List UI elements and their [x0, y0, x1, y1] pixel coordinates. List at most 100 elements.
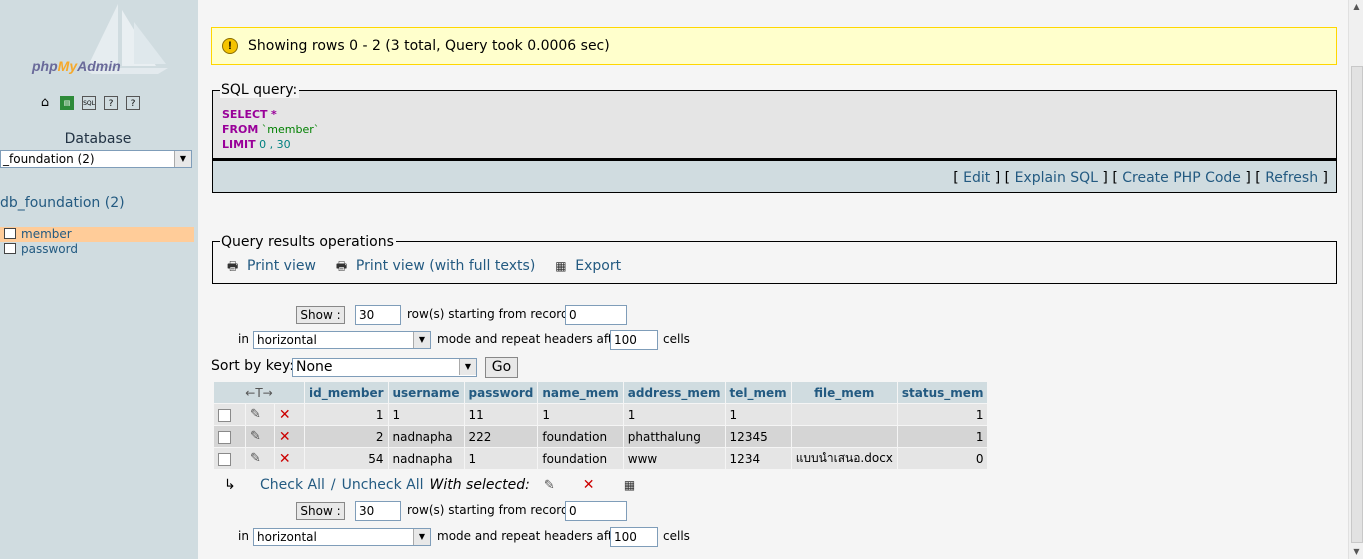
cell-id-member[interactable]: 54	[305, 448, 388, 469]
database-label: Database	[64, 131, 132, 147]
table-item-member[interactable]: member	[0, 227, 194, 242]
cell-tel-mem[interactable]: 1234	[725, 448, 791, 469]
rows-input-top[interactable]: 30	[355, 305, 401, 325]
table-row: ✎ ✕ 1 1 11 1 1 1 1	[214, 404, 988, 425]
delete-x-icon[interactable]: ✕	[279, 451, 291, 467]
rows-label-top: row(s) starting from record #	[407, 307, 583, 321]
column-header-id-member[interactable]: id_member	[305, 382, 388, 403]
main-frame: ! Showing rows 0 - 2 (3 total, Query too…	[198, 0, 1348, 559]
cell-id-member[interactable]: 1	[305, 404, 388, 425]
printer-icon: 🖶	[335, 259, 348, 273]
cell-password[interactable]: 1	[464, 448, 538, 469]
table-item-password[interactable]: password	[0, 242, 194, 257]
cell-status-mem[interactable]: 0	[897, 448, 988, 469]
scroll-down-arrow-icon[interactable]: ▼	[1349, 545, 1363, 559]
cell-status-mem[interactable]: 1	[897, 426, 988, 447]
uncheck-all-link[interactable]: Uncheck All	[342, 477, 424, 493]
separator: /	[330, 477, 336, 493]
vertical-scrollbar[interactable]: ▲ ▼	[1348, 0, 1363, 559]
database-name-link[interactable]: db_foundation (2)	[0, 195, 125, 211]
chevron-down-icon[interactable]: ▼	[174, 151, 191, 167]
cell-address-mem[interactable]: www	[623, 448, 725, 469]
go-button[interactable]: Go	[485, 357, 518, 378]
home-icon[interactable]: ⌂	[38, 96, 52, 110]
rows-input-bottom[interactable]: 30	[355, 501, 401, 521]
cell-name-mem[interactable]: foundation	[538, 448, 623, 469]
create-php-code-link[interactable]: Create PHP Code	[1122, 170, 1241, 186]
cell-password[interactable]: 11	[464, 404, 538, 425]
edit-link[interactable]: Edit	[963, 170, 990, 186]
column-header-name-mem[interactable]: name_mem	[538, 382, 623, 403]
show-button-bottom[interactable]: Show :	[296, 502, 345, 520]
sql-icon[interactable]: SQL	[82, 96, 96, 110]
cell-tel-mem[interactable]: 1	[725, 404, 791, 425]
cell-password[interactable]: 222	[464, 426, 538, 447]
database-select[interactable]: _foundation (2) ▼	[0, 150, 192, 168]
show-button-top[interactable]: Show :	[296, 306, 345, 324]
cell-address-mem[interactable]: phatthalung	[623, 426, 725, 447]
column-header-file-mem[interactable]: file_mem	[791, 382, 897, 403]
scrollbar-thumb[interactable]	[1351, 66, 1363, 543]
phpmyadmin-logo[interactable]: phpMyAdmin	[32, 58, 121, 74]
rows-label-bottom: row(s) starting from record #	[407, 503, 583, 517]
edit-cell: ✎	[245, 404, 274, 425]
edit-pencil-icon[interactable]: ✎	[544, 478, 555, 493]
repeat-headers-input-bottom[interactable]: 100	[610, 527, 658, 547]
column-header-username[interactable]: username	[388, 382, 464, 403]
delete-x-icon[interactable]: ✕	[279, 429, 291, 445]
start-record-input-bottom[interactable]: 0	[565, 501, 627, 521]
sql-token: *	[271, 108, 277, 121]
mode-select-bottom[interactable]: horizontal ▼	[253, 528, 431, 546]
sql-keyword: SELECT	[222, 108, 268, 121]
cell-file-mem[interactable]	[791, 404, 897, 425]
edit-pencil-icon[interactable]: ✎	[250, 451, 261, 466]
cell-status-mem[interactable]: 1	[897, 404, 988, 425]
cell-address-mem[interactable]: 1	[623, 404, 725, 425]
row-checkbox[interactable]	[218, 452, 231, 466]
cell-tel-mem[interactable]: 12345	[725, 426, 791, 447]
column-header-password[interactable]: password	[464, 382, 538, 403]
print-view-full-link[interactable]: 🖶 Print view (with full texts)	[336, 258, 535, 274]
mode-select-top[interactable]: horizontal ▼	[253, 331, 431, 349]
cell-name-mem[interactable]: foundation	[538, 426, 623, 447]
row-checkbox[interactable]	[218, 408, 231, 422]
notice-text: Showing rows 0 - 2 (3 total, Query took …	[248, 38, 610, 54]
chevron-down-icon[interactable]: ▼	[413, 529, 430, 545]
cell-username[interactable]: nadnapha	[388, 426, 464, 447]
cell-file-mem[interactable]	[791, 426, 897, 447]
chevron-down-icon[interactable]: ▼	[459, 359, 476, 375]
refresh-link[interactable]: Refresh	[1265, 170, 1318, 186]
cell-username[interactable]: nadnapha	[388, 448, 464, 469]
cell-id-member[interactable]: 2	[305, 426, 388, 447]
column-header-status-mem[interactable]: status_mem	[897, 382, 988, 403]
print-view-link[interactable]: 🖶 Print view	[227, 258, 316, 274]
chevron-down-icon[interactable]: ▼	[413, 332, 430, 348]
edit-pencil-icon[interactable]: ✎	[250, 407, 261, 422]
delete-cell: ✕	[274, 448, 304, 469]
repeat-headers-input-top[interactable]: 100	[610, 330, 658, 350]
column-sort-arrows[interactable]: ←T→	[214, 382, 304, 403]
export-link[interactable]: ▦ Export	[555, 258, 621, 274]
start-record-input-top[interactable]: 0	[565, 305, 627, 325]
check-all-link[interactable]: Check All	[260, 477, 325, 493]
export-icon[interactable]: ▦	[623, 478, 637, 492]
delete-x-icon[interactable]: ✕	[279, 407, 291, 423]
cell-name-mem[interactable]: 1	[538, 404, 623, 425]
table-icon	[4, 243, 16, 254]
column-header-tel-mem[interactable]: tel_mem	[725, 382, 791, 403]
scroll-up-arrow-icon[interactable]: ▲	[1349, 0, 1363, 14]
cell-file-mem[interactable]: แบบนำเสนอ.docx	[791, 448, 897, 469]
column-header-address-mem[interactable]: address_mem	[623, 382, 725, 403]
cell-username[interactable]: 1	[388, 404, 464, 425]
sort-key-select[interactable]: None ▼	[292, 358, 477, 377]
sql-token: 0 , 30	[259, 138, 291, 151]
arrow-corner-icon: ↳	[224, 477, 236, 493]
explain-sql-link[interactable]: Explain SQL	[1015, 170, 1098, 186]
in-label-top: in	[238, 332, 249, 346]
sql-docs-icon[interactable]: ?	[126, 96, 140, 110]
edit-pencil-icon[interactable]: ✎	[250, 429, 261, 444]
exit-icon[interactable]: ▤	[60, 96, 74, 110]
delete-x-icon[interactable]: ✕	[583, 477, 595, 493]
docs-icon[interactable]: ?	[104, 96, 118, 110]
row-checkbox[interactable]	[218, 430, 231, 444]
